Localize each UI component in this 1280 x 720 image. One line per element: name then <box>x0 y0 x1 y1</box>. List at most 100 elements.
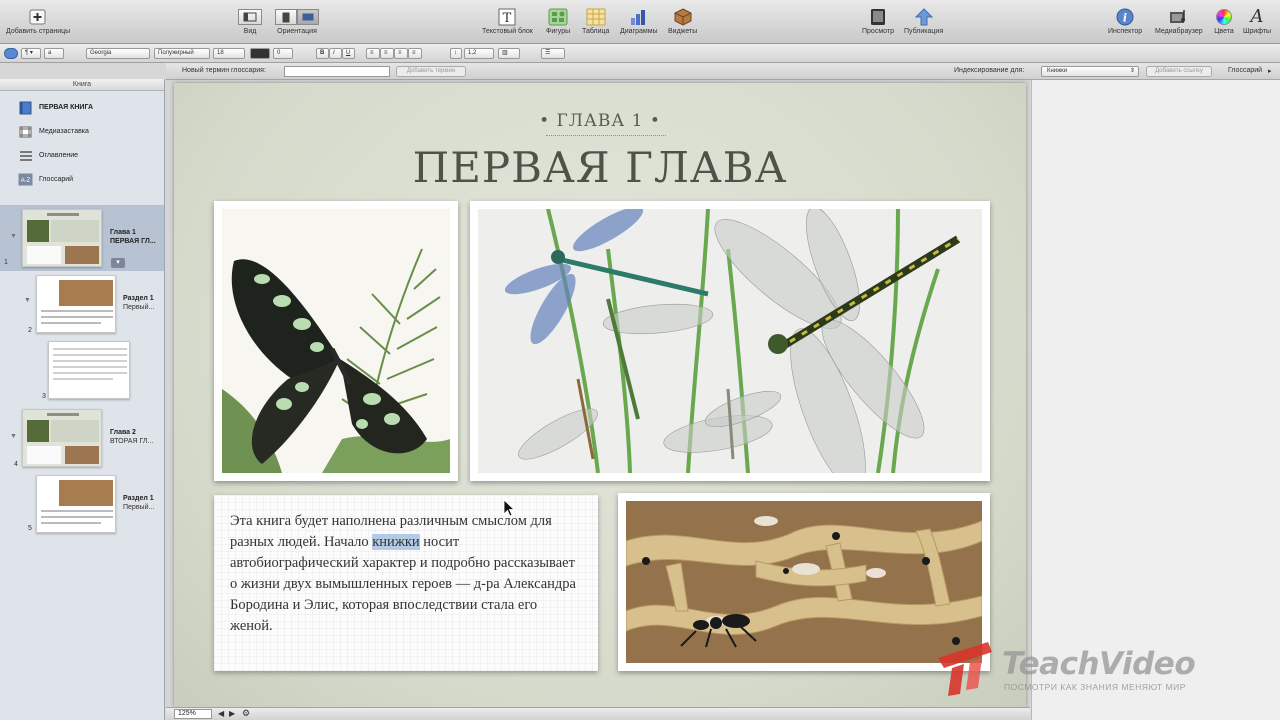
orientation-icon <box>274 8 320 26</box>
style-drawer-button[interactable] <box>4 48 18 59</box>
publish-button[interactable]: Публикация <box>904 8 943 35</box>
preview-label: Просмотр <box>862 28 894 35</box>
table-icon <box>586 8 606 26</box>
body-text-box[interactable]: Эта книга будет наполнена различным смыс… <box>214 495 598 671</box>
page-thumbnail-3[interactable]: 3 <box>0 339 164 405</box>
page-thumbnail-1[interactable]: ▼ 1 Глава 1 ПЕРВАЯ ГЛ... ▾ <box>0 205 164 271</box>
svg-text:T: T <box>503 11 512 26</box>
portrait-orientation-button[interactable] <box>275 9 297 25</box>
info-icon: i <box>1115 8 1135 26</box>
page-thumbnail-5[interactable]: 5 Раздел 1 Первый... <box>0 473 164 539</box>
chapter-label[interactable]: • ГЛАВА 1 • <box>174 111 1026 131</box>
body-paragraph[interactable]: Эта книга будет наполнена различным смыс… <box>230 511 582 637</box>
paragraph-style-popup[interactable]: ¶ ▾ <box>21 48 41 59</box>
font-size-field[interactable]: 18 <box>213 48 245 59</box>
thumbnail-title: Глава 1 <box>110 229 136 236</box>
thumbnail-image <box>22 409 102 467</box>
svg-text:i: i <box>1123 12 1127 25</box>
font-weight-popup[interactable]: Полужирный <box>154 48 210 59</box>
landscape-orientation-button[interactable] <box>297 9 319 25</box>
sidebar-item-book[interactable]: ПЕРВАЯ КНИГА <box>18 101 93 114</box>
text-color-well[interactable] <box>250 48 270 59</box>
table-button[interactable]: Таблица <box>582 8 609 35</box>
underline-button[interactable]: U <box>342 48 355 59</box>
dragonflies-image[interactable] <box>470 201 990 481</box>
page-thumbnail-2[interactable]: ▼ 2 Раздел 1 Первый... <box>0 273 164 339</box>
bar-chart-icon <box>629 8 649 26</box>
editor-canvas[interactable]: • ГЛАВА 1 • ПЕРВАЯ ГЛАВА Эта книга будет… <box>166 80 1030 707</box>
italic-button[interactable]: I <box>329 48 342 59</box>
align-right-button[interactable]: ≡ <box>394 48 408 59</box>
text-block-button[interactable]: T Текстовый блок <box>482 8 533 35</box>
bottom-status-bar: 125% ◀ ▶ ⚙ <box>166 707 1030 720</box>
indexing-select[interactable]: Книжки ⇕ <box>1041 66 1139 77</box>
new-term-input[interactable] <box>284 66 390 77</box>
orientation-control[interactable]: Ориентация <box>274 8 320 35</box>
zoom-select[interactable]: 125% <box>174 709 212 719</box>
charts-button[interactable]: Диаграммы <box>620 8 658 35</box>
publish-arrow-icon <box>914 8 934 26</box>
align-left-button[interactable]: ≡ <box>366 48 380 59</box>
gear-icon[interactable]: ⚙ <box>242 708 250 719</box>
thumbnail-title: Раздел 1 <box>123 495 154 502</box>
previous-page-icon[interactable]: ◀ <box>218 709 224 718</box>
widgets-button[interactable]: Виджеты <box>668 8 697 35</box>
view-label: Вид <box>243 28 257 35</box>
media-browser-button[interactable]: Медиабраузер <box>1155 8 1203 35</box>
view-button[interactable]: Вид <box>238 8 262 35</box>
line-spacing-popup[interactable]: 1,2 <box>464 48 494 59</box>
inspector-button[interactable]: i Инспектор <box>1108 8 1142 35</box>
book-page[interactable]: • ГЛАВА 1 • ПЕРВАЯ ГЛАВА Эта книга будет… <box>174 83 1026 707</box>
thumbnail-subtitle: ПЕРВАЯ ГЛ... <box>110 238 156 245</box>
inspector-label: Инспектор <box>1108 28 1143 35</box>
chapter-divider <box>546 135 666 136</box>
fonts-button[interactable]: A Шрифты <box>1243 6 1271 36</box>
page-number: 2 <box>28 327 32 334</box>
stroke-size-field[interactable]: 0 <box>273 48 293 59</box>
list-style-popup[interactable]: ☰ <box>541 48 565 59</box>
align-justify-button[interactable]: ≡ <box>408 48 422 59</box>
orientation-label: Ориентация <box>277 28 317 35</box>
disclosure-triangle-icon[interactable]: ▼ <box>24 297 31 304</box>
disclosure-triangle-icon[interactable]: ▼ <box>10 433 17 440</box>
glossary-icon: A-Z <box>18 173 33 186</box>
font-a-icon: A <box>1250 6 1264 27</box>
thumbnail-image <box>36 475 116 533</box>
mouse-cursor-icon <box>503 499 515 517</box>
add-pages-label: Добавить страницы <box>6 28 71 35</box>
thumbnail-options-button[interactable]: ▾ <box>111 258 125 268</box>
book-sidebar: Книга ПЕРВАЯ КНИГА Медиазаставка Оглавле… <box>0 79 165 720</box>
glossary-toggle-button[interactable]: Глоссарий <box>1228 67 1262 74</box>
widget-cube-icon <box>673 8 693 26</box>
thumbnail-image <box>36 275 116 333</box>
disclosure-triangle-icon[interactable]: ▼ <box>10 233 17 240</box>
page-thumbnail-4[interactable]: ▼ 4 Глава 2 ВТОРАЯ ГЛ... <box>0 407 164 473</box>
thumbnail-subtitle: Первый... <box>123 504 155 511</box>
bold-button[interactable]: B <box>316 48 329 59</box>
glossary-bar: Новый термин глоссария: Добавить термин … <box>166 63 1280 80</box>
sidebar-item-media-intro[interactable]: Медиазаставка <box>18 125 89 138</box>
chapter-title[interactable]: ПЕРВАЯ ГЛАВА <box>174 143 1026 192</box>
add-pages-button[interactable]: Добавить страницы <box>6 8 70 35</box>
colors-button[interactable]: Цвета <box>1214 8 1234 35</box>
next-page-icon[interactable]: ▶ <box>229 709 235 718</box>
chevron-right-icon[interactable]: ▸ <box>1268 67 1272 75</box>
align-center-button[interactable]: ≡ <box>380 48 394 59</box>
add-link-button[interactable]: Добавить ссылку <box>1146 66 1212 77</box>
sidebar-item-label: Глоссарий <box>39 176 74 183</box>
sidebar-item-toc[interactable]: Оглавление <box>18 149 78 162</box>
sidebar-item-glossary[interactable]: A-Z Глоссарий <box>18 173 73 186</box>
character-style-popup[interactable]: a <box>44 48 64 59</box>
add-term-button[interactable]: Добавить термин <box>396 66 466 77</box>
preview-button[interactable]: Просмотр <box>862 8 894 35</box>
font-family-popup[interactable]: Georgia <box>86 48 150 59</box>
butterfly-image[interactable] <box>214 201 458 481</box>
columns-popup[interactable]: ▥ <box>498 48 520 59</box>
line-spacing-icon: ↕ <box>450 48 462 59</box>
svg-text:A-Z: A-Z <box>21 178 31 184</box>
select-arrows-icon: ⇕ <box>1129 68 1135 74</box>
selected-word[interactable]: книжки <box>372 534 420 550</box>
shapes-button[interactable]: Фигуры <box>546 8 570 35</box>
charts-label: Диаграммы <box>620 28 658 35</box>
thumbnail-subtitle: Первый... <box>123 304 155 311</box>
